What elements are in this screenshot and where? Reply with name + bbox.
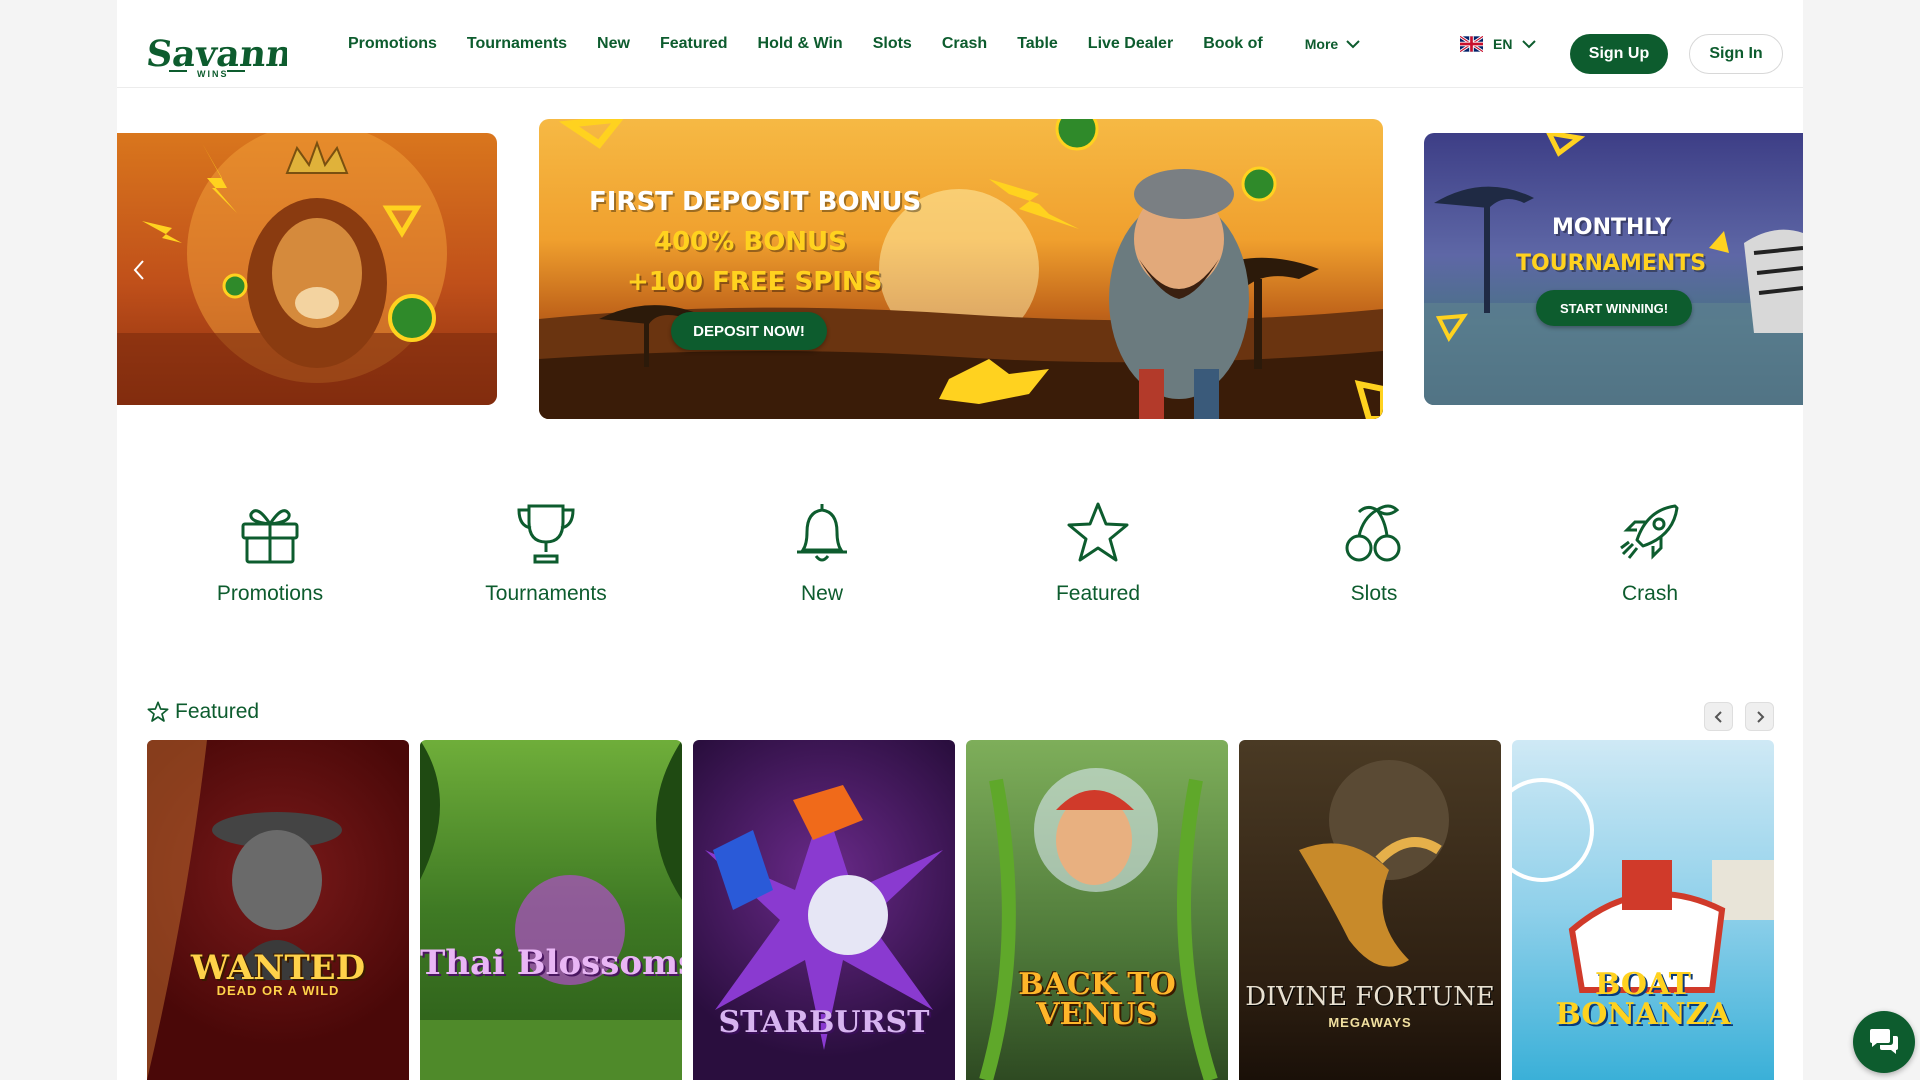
deposit-now-button[interactable]: DEPOSIT NOW! — [671, 312, 827, 350]
game-tile-back-to-venus[interactable]: BACK TO VENUS — [966, 740, 1228, 1080]
nav-more-label: More — [1304, 36, 1339, 52]
game-title: DIVINE FORTUNE — [1245, 982, 1495, 1012]
game-tile-divine-fortune[interactable]: DIVINE FORTUNE MEGAWAYS — [1239, 740, 1501, 1080]
nav-slots[interactable]: Slots — [873, 35, 912, 53]
banner-lion-promo[interactable] — [117, 133, 497, 405]
game-tile-starburst[interactable]: STARBURST — [693, 740, 955, 1080]
chat-bubbles-icon — [1870, 1029, 1898, 1054]
game-title: BACK TO VENUS — [1018, 967, 1176, 1032]
game-subtitle: DEAD OR A WILD — [216, 983, 340, 998]
category-crash[interactable]: Crash — [1550, 500, 1750, 606]
nav-crash[interactable]: Crash — [942, 35, 987, 53]
start-winning-button[interactable]: START WINNING! — [1536, 290, 1692, 326]
gift-icon — [241, 509, 299, 564]
category-tournaments[interactable]: Tournaments — [446, 500, 646, 606]
chevron-down-icon — [1346, 39, 1360, 48]
live-chat-button[interactable] — [1853, 1011, 1915, 1073]
featured-games-row: WANTED DEAD OR A WILD Thai Blossoms STAR… — [147, 740, 1774, 1080]
category-shortcuts: Promotions Tournaments New Featured Slot… — [117, 500, 1803, 630]
savanna-wins-logo[interactable]: Savanna WINS — [144, 30, 318, 80]
language-selector[interactable]: EN — [1460, 36, 1537, 52]
category-promotions[interactable]: Promotions — [170, 500, 370, 606]
svg-text:WINS: WINS — [197, 69, 229, 79]
page: Savanna WINS Promotions Tournaments New … — [117, 0, 1803, 1080]
game-subtitle: MEGAWAYS — [1328, 1015, 1412, 1030]
tournament-subheadline: TOURNAMENTS — [1516, 251, 1707, 276]
game-tile-thai-blossoms[interactable]: Thai Blossoms — [420, 740, 682, 1080]
sign-up-button[interactable]: Sign Up — [1570, 34, 1668, 74]
featured-title: Featured — [175, 700, 260, 723]
game-tile-wanted[interactable]: WANTED DEAD OR A WILD — [147, 740, 409, 1080]
game-title: Thai Blossoms — [420, 943, 682, 983]
banner-headline: FIRST DEPOSIT BONUS — [589, 187, 922, 217]
category-label: Crash — [1621, 582, 1679, 605]
game-title: STARBURST — [718, 1005, 930, 1040]
language-code: EN — [1493, 36, 1513, 52]
chevron-left-icon — [1714, 710, 1722, 723]
cherries-icon — [1345, 504, 1401, 562]
category-new[interactable]: New — [722, 500, 922, 606]
category-label: New — [800, 582, 843, 605]
featured-section-header: Featured — [147, 700, 259, 724]
chevron-right-icon — [1756, 710, 1764, 723]
nav-table[interactable]: Table — [1017, 35, 1058, 53]
nav-hold-and-win[interactable]: Hold & Win — [758, 35, 843, 53]
carousel-prev-arrow[interactable] — [129, 255, 149, 285]
nav-tournaments[interactable]: Tournaments — [467, 35, 567, 53]
category-label: Slots — [1350, 582, 1398, 605]
trophy-icon — [517, 504, 575, 564]
category-slots[interactable]: Slots — [1274, 500, 1474, 606]
game-title: WANTED — [190, 948, 366, 988]
bell-icon — [797, 504, 847, 562]
featured-prev-button[interactable] — [1704, 702, 1733, 731]
rocket-icon — [1620, 504, 1679, 560]
star-icon — [1067, 502, 1129, 562]
chevron-down-icon — [1522, 39, 1537, 48]
nav-more-dropdown[interactable]: More — [1305, 36, 1360, 52]
star-outline-icon — [147, 701, 169, 722]
nav-promotions[interactable]: Promotions — [348, 35, 437, 53]
banner-first-deposit[interactable]: FIRST DEPOSIT BONUS 400% BONUS +100 FREE… — [539, 119, 1383, 419]
banner-free-spins: +100 FREE SPINS — [627, 267, 883, 297]
game-art — [147, 740, 342, 1080]
main-nav: Promotions Tournaments New Featured Hold… — [348, 0, 1360, 88]
featured-next-button[interactable] — [1745, 702, 1774, 731]
lion-king-illustration — [117, 133, 497, 405]
game-title: BOAT BONANZA — [1555, 967, 1731, 1032]
category-label: Promotions — [216, 582, 324, 605]
category-label: Tournaments — [485, 582, 607, 605]
nav-new[interactable]: New — [597, 35, 630, 53]
banner-bonus-percent: 400% BONUS — [654, 227, 847, 257]
category-label: Featured — [1055, 582, 1141, 605]
banner-monthly-tournaments[interactable]: MONTHLY TOURNAMENTS START WINNING! — [1424, 133, 1803, 405]
nav-featured[interactable]: Featured — [660, 35, 728, 53]
game-art — [420, 740, 682, 1080]
uk-flag-icon — [1460, 36, 1483, 52]
sign-in-button[interactable]: Sign In — [1689, 34, 1783, 74]
category-featured[interactable]: Featured — [998, 500, 1198, 606]
nav-live-dealer[interactable]: Live Dealer — [1088, 35, 1173, 53]
header: Savanna WINS Promotions Tournaments New … — [117, 0, 1803, 88]
tournament-headline: MONTHLY — [1552, 215, 1671, 240]
game-tile-boat-bonanza[interactable]: BOAT BONANZA — [1512, 740, 1774, 1080]
nav-book-of[interactable]: Book of — [1203, 35, 1263, 53]
